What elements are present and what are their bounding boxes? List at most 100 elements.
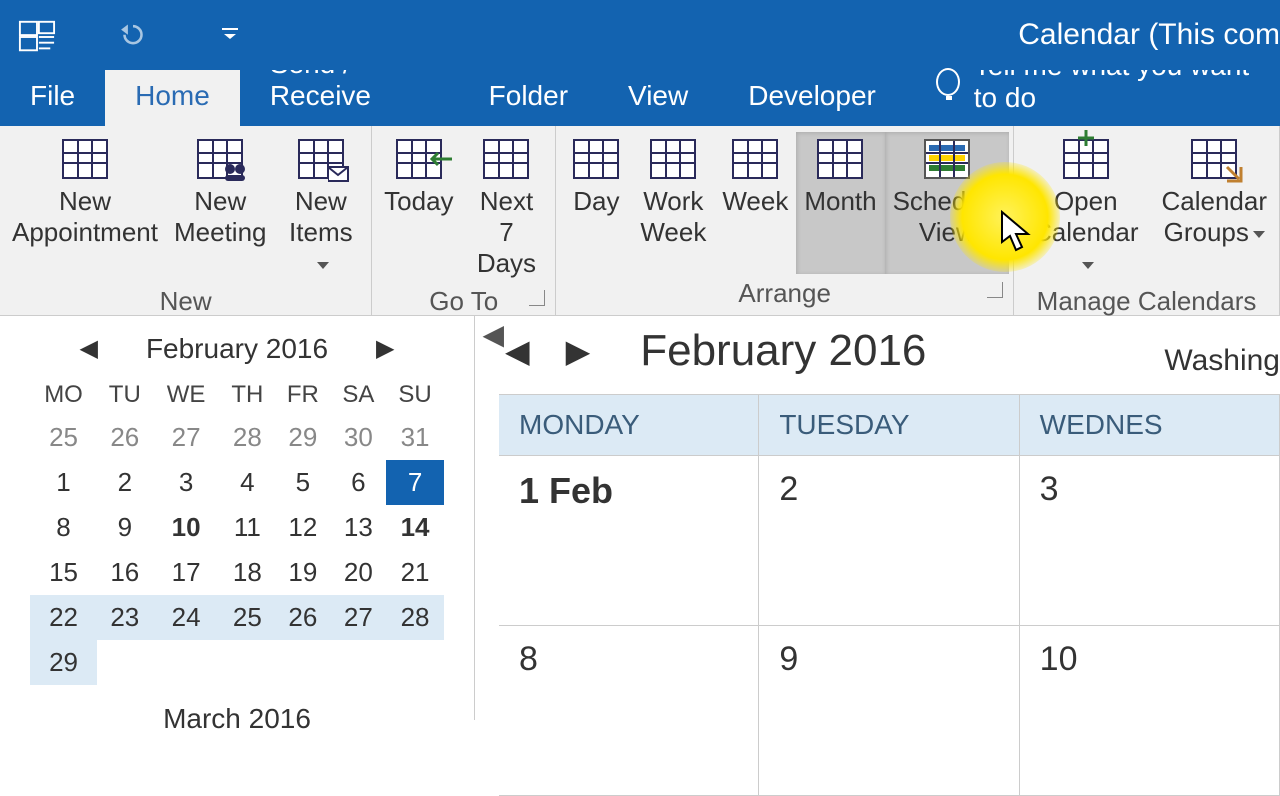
mini-day[interactable]: 7 xyxy=(386,460,444,505)
mini-day[interactable]: 16 xyxy=(97,550,152,595)
mini-day xyxy=(220,640,275,685)
workweek-icon xyxy=(645,136,701,182)
mini-day[interactable]: 25 xyxy=(30,415,97,460)
mini-day[interactable]: 25 xyxy=(220,595,275,640)
mini-day[interactable]: 26 xyxy=(97,415,152,460)
mini-day[interactable]: 2 xyxy=(97,460,152,505)
new-appointment-button-label: NewAppointment xyxy=(12,186,158,248)
mini-day[interactable]: 22 xyxy=(30,595,97,640)
mini-day[interactable]: 21 xyxy=(386,550,444,595)
mini-day[interactable]: 18 xyxy=(220,550,275,595)
day-cell[interactable]: 2 xyxy=(759,456,1019,626)
mini-day xyxy=(331,640,387,685)
mini-day[interactable]: 27 xyxy=(153,415,220,460)
weather-location[interactable]: Washing xyxy=(1164,344,1280,378)
main-next[interactable]: ▶ xyxy=(560,332,597,370)
mini-day[interactable]: 9 xyxy=(97,505,152,550)
mini-day xyxy=(386,640,444,685)
group-go-to: Go To xyxy=(376,282,551,321)
mini-day[interactable]: 30 xyxy=(331,415,387,460)
open-calendar-button[interactable]: OpenCalendar xyxy=(1018,132,1153,282)
date-navigator: ◀ ◀ February 2016 ▶ MOTUWETHFRSASU 25262… xyxy=(0,316,475,720)
mini-day[interactable]: 11 xyxy=(220,505,275,550)
mini-day[interactable]: 27 xyxy=(331,595,387,640)
day-cell[interactable]: 1 Feb xyxy=(499,456,759,626)
next7days-icon xyxy=(478,136,534,182)
mini-day[interactable]: 20 xyxy=(331,550,387,595)
mini-day[interactable]: 12 xyxy=(275,505,330,550)
next7days-button[interactable]: Next 7Days xyxy=(462,132,552,282)
mini-day[interactable]: 15 xyxy=(30,550,97,595)
tab-view[interactable]: View xyxy=(598,67,718,126)
today-button[interactable]: Today xyxy=(376,132,461,282)
group-arrange: Arrange xyxy=(560,274,1009,313)
day-cell[interactable]: 10 xyxy=(1020,626,1280,796)
day-cell[interactable]: 9 xyxy=(759,626,1019,796)
new-meeting-icon xyxy=(192,136,248,182)
ribbon-tabs: File Home Send / Receive Folder View Dev… xyxy=(0,70,1280,126)
new-items-button[interactable]: NewItems xyxy=(274,132,367,282)
day-button[interactable]: Day xyxy=(560,132,632,274)
day-header: MONDAY xyxy=(499,395,759,456)
qat-more-button[interactable] xyxy=(220,26,240,45)
mini-dow: TU xyxy=(97,375,152,415)
mini-day[interactable]: 29 xyxy=(30,640,97,685)
day-cell[interactable]: 8 xyxy=(499,626,759,796)
mini-calendar: MOTUWETHFRSASU 2526272829303112345678910… xyxy=(30,375,444,685)
day-icon xyxy=(568,136,624,182)
open-calendar-button-label: OpenCalendar xyxy=(1026,186,1145,280)
dialog-launcher[interactable] xyxy=(529,290,545,306)
month-icon xyxy=(812,136,868,182)
mini-day[interactable]: 5 xyxy=(275,460,330,505)
mini-day[interactable]: 17 xyxy=(153,550,220,595)
window-title: Calendar (This com xyxy=(1018,18,1280,52)
new-meeting-button-label: NewMeeting xyxy=(174,186,267,248)
mini-day[interactable]: 28 xyxy=(220,415,275,460)
mini-day[interactable]: 24 xyxy=(153,595,220,640)
day-cell[interactable]: 3 xyxy=(1020,456,1280,626)
mini-month-title: February 2016 xyxy=(146,333,328,365)
new-items-button-label: NewItems xyxy=(282,186,359,280)
mini-day[interactable]: 26 xyxy=(275,595,330,640)
tab-developer[interactable]: Developer xyxy=(718,67,906,126)
new-meeting-button[interactable]: NewMeeting xyxy=(166,132,275,282)
week-button[interactable]: Week xyxy=(714,132,796,274)
month-button[interactable]: Month xyxy=(796,132,884,274)
mini-day[interactable]: 13 xyxy=(331,505,387,550)
tab-file[interactable]: File xyxy=(0,67,105,126)
main-prev[interactable]: ◀ xyxy=(499,332,536,370)
mini-day[interactable]: 28 xyxy=(386,595,444,640)
mini-day xyxy=(275,640,330,685)
mini-day[interactable]: 4 xyxy=(220,460,275,505)
main-month-title: February 2016 xyxy=(640,326,926,376)
scheduleview-button[interactable]: ScheduleView xyxy=(885,132,1009,274)
mini-day[interactable]: 10 xyxy=(153,505,220,550)
today-icon xyxy=(391,136,447,182)
mini-day[interactable]: 1 xyxy=(30,460,97,505)
workweek-button[interactable]: WorkWeek xyxy=(632,132,714,274)
mini-day[interactable]: 6 xyxy=(331,460,387,505)
mini-dow: FR xyxy=(275,375,330,415)
new-appointment-icon xyxy=(57,136,113,182)
today-button-label: Today xyxy=(384,186,453,217)
calendar-groups-button[interactable]: CalendarGroups xyxy=(1153,132,1275,282)
mini-day[interactable]: 3 xyxy=(153,460,220,505)
month-grid: MONDAYTUESDAYWEDNES1 Feb238910 xyxy=(499,394,1280,796)
mini-day[interactable]: 8 xyxy=(30,505,97,550)
day-header: TUESDAY xyxy=(759,395,1019,456)
mini-next-month[interactable]: ▶ xyxy=(368,332,402,365)
mini-day[interactable]: 29 xyxy=(275,415,330,460)
mini-day[interactable]: 23 xyxy=(97,595,152,640)
mini-day[interactable]: 19 xyxy=(275,550,330,595)
mini-day[interactable]: 31 xyxy=(386,415,444,460)
undo-button[interactable] xyxy=(116,19,150,52)
new-appointment-button[interactable]: NewAppointment xyxy=(4,132,166,282)
mini-prev-month[interactable]: ◀ xyxy=(71,332,105,365)
mini-day[interactable]: 14 xyxy=(386,505,444,550)
tab-folder[interactable]: Folder xyxy=(459,67,598,126)
dialog-launcher[interactable] xyxy=(987,282,1003,298)
next7days-button-label: Next 7Days xyxy=(470,186,544,280)
group-manage-calendars: Manage Calendars xyxy=(1018,282,1275,321)
tab-home[interactable]: Home xyxy=(105,67,240,126)
week-button-label: Week xyxy=(722,186,788,217)
